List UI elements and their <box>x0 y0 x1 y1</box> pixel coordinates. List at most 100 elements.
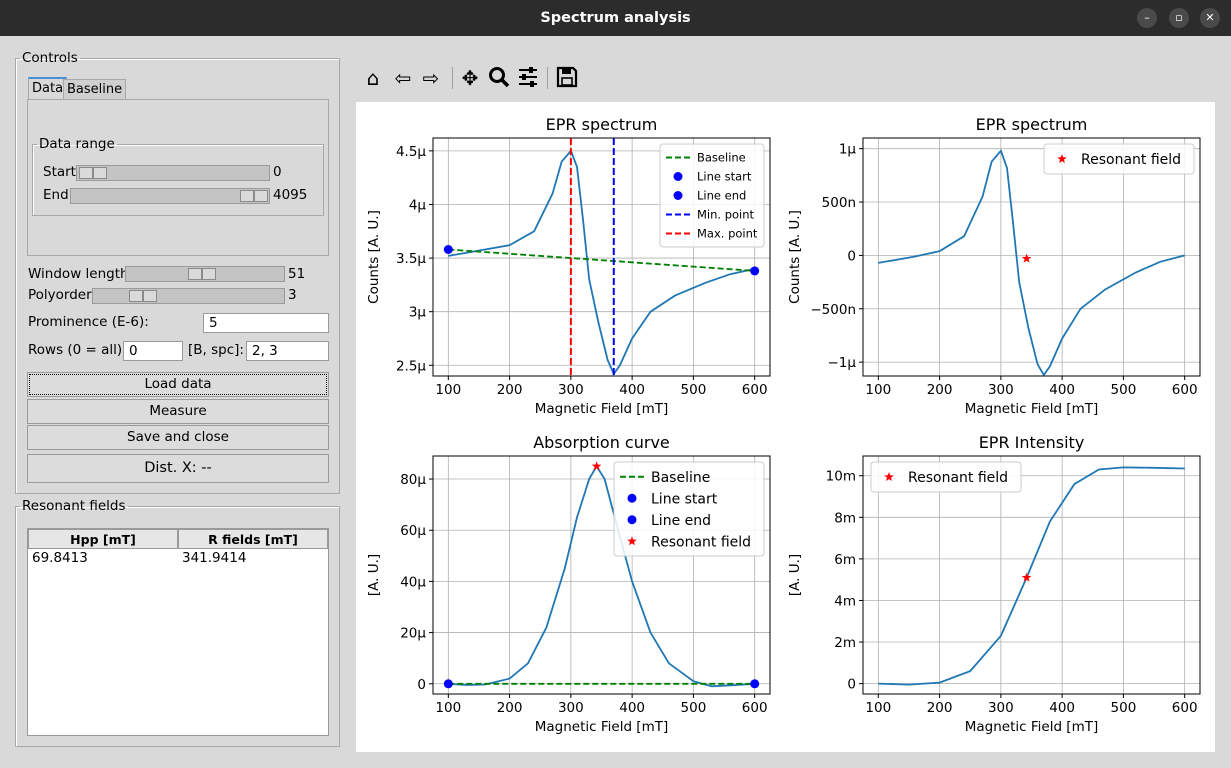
pan-icon[interactable]: ✥ <box>457 66 483 90</box>
x-tick-label: 600 <box>742 382 768 398</box>
save-icon[interactable] <box>554 66 580 90</box>
resonant-field-marker <box>1021 253 1032 263</box>
window-length-label: Window length <box>28 266 129 282</box>
resonant-fields-table[interactable]: Hpp [mT] R fields [mT] 69.8413 341.9414 <box>27 528 329 736</box>
y-tick-label: −500n <box>810 302 856 318</box>
data-line <box>878 466 1185 686</box>
legend-marker <box>627 493 637 503</box>
window-length-handle[interactable] <box>188 268 202 280</box>
x-tick-label: 400 <box>619 382 645 398</box>
start-slider-handle[interactable] <box>79 167 93 179</box>
legend-label: Resonant field <box>908 470 1008 486</box>
x-tick-label: 200 <box>927 700 953 716</box>
chart-1: 100 200 300 400 500 600 2.5μ 3μ 3.5μ 4μ 4.5μ EPR sp… <box>366 115 771 417</box>
y-tick-label: 4m <box>834 593 856 609</box>
y-tick-label: 6m <box>834 552 856 568</box>
end-value: 4095 <box>273 187 308 203</box>
y-tick-label: 80μ <box>400 472 426 488</box>
y-tick-label: 0 <box>847 677 856 693</box>
legend-label: Line end <box>697 189 746 203</box>
y-axis-label: Counts [A. U.] <box>366 210 382 304</box>
column-header-hpp[interactable]: Hpp [mT] <box>28 529 178 549</box>
y-tick-label: 10m <box>826 469 856 485</box>
start-value: 0 <box>273 164 282 180</box>
x-tick-label: 300 <box>558 700 584 716</box>
legend-label: Max. point <box>697 227 758 241</box>
prominence-label: Prominence (E-6): <box>28 314 149 330</box>
resonant-field-marker <box>1021 572 1032 582</box>
legend-label: Min. point <box>697 208 755 222</box>
baseline-line <box>448 248 755 272</box>
plot-canvas[interactable]: 100 200 300 400 500 600 2.5μ 3μ 3.5μ 4μ 4.5μ EPR sp… <box>356 102 1215 752</box>
close-button[interactable]: ✕ <box>1200 8 1220 28</box>
configure-icon[interactable] <box>515 66 541 90</box>
polyorder-label: Polyorder <box>28 287 92 303</box>
y-tick-label: 2m <box>834 635 856 651</box>
x-tick-label: 400 <box>1049 382 1075 398</box>
column-header-r-fields[interactable]: R fields [mT] <box>178 529 328 549</box>
minimize-button[interactable]: – <box>1137 8 1157 28</box>
end-slider[interactable] <box>70 188 270 204</box>
x-tick-label: 500 <box>1111 700 1137 716</box>
y-tick-label: 4μ <box>409 197 427 213</box>
zoom-icon[interactable] <box>486 66 512 90</box>
x-tick-label: 300 <box>988 700 1014 716</box>
line-end-marker <box>750 679 760 689</box>
save-and-close-button[interactable]: Save and close <box>27 425 329 450</box>
y-axis-label: Counts [A. U.] <box>787 210 803 304</box>
start-slider[interactable] <box>76 165 270 181</box>
load-data-button[interactable]: Load data <box>27 372 329 397</box>
resonant-fields-legend: Resonant fields <box>22 498 126 514</box>
legend-label: Baseline <box>697 151 746 165</box>
polyorder-handle-2[interactable] <box>143 290 157 302</box>
legend-label: Line start <box>651 491 718 507</box>
toolbar-separator-2 <box>547 67 548 89</box>
prominence-input[interactable]: 5 <box>203 313 329 333</box>
legend-label: Resonant field <box>1081 152 1181 168</box>
bspc-input[interactable]: 2, 3 <box>246 341 329 361</box>
legend-label: Baseline <box>651 470 710 486</box>
legend-label: Line end <box>651 513 711 529</box>
y-tick-label: −1μ <box>828 355 857 371</box>
chart-title: EPR Intensity <box>979 433 1085 452</box>
rows-input[interactable]: 0 <box>123 341 183 361</box>
data-line <box>878 149 1185 376</box>
home-icon[interactable]: ⌂ <box>360 66 386 90</box>
polyorder-value: 3 <box>288 287 297 303</box>
tab-baseline[interactable]: Baseline <box>63 79 127 99</box>
forward-arrow-icon[interactable]: ⇨ <box>418 66 444 90</box>
y-tick-label: 0 <box>417 677 426 693</box>
y-tick-label: 500n <box>822 195 856 211</box>
y-tick-label: 1μ <box>839 142 857 158</box>
x-tick-label: 300 <box>988 382 1014 398</box>
rows-label: Rows (0 = all): <box>28 342 127 358</box>
back-arrow-icon[interactable]: ⇦ <box>390 66 416 90</box>
start-slider-handle-2[interactable] <box>93 167 107 179</box>
polyorder-slider[interactable] <box>92 288 285 304</box>
table-cell-r-field[interactable]: 341.9414 <box>182 550 246 566</box>
maximize-button[interactable]: ▫ <box>1169 8 1189 28</box>
chart-3: 100 200 300 400 500 600 0 20μ 40μ 60μ 80μ Absorptio… <box>366 433 771 735</box>
measure-button[interactable]: Measure <box>27 399 329 424</box>
y-axis-label: [A. U.] <box>787 554 803 596</box>
x-tick-label: 600 <box>1172 700 1198 716</box>
x-tick-label: 400 <box>1049 700 1075 716</box>
dist-x-label: Dist. X: -- <box>27 454 329 483</box>
y-tick-label: 20μ <box>400 626 426 642</box>
polyorder-handle[interactable] <box>129 290 143 302</box>
tab-data[interactable]: Data <box>28 77 68 100</box>
table-cell-hpp[interactable]: 69.8413 <box>32 550 88 566</box>
window-length-handle-2[interactable] <box>202 268 216 280</box>
y-tick-label: 3.5μ <box>396 251 426 267</box>
end-slider-handle-2[interactable] <box>254 190 268 202</box>
window-length-slider[interactable] <box>125 266 285 282</box>
plot-area <box>878 466 1185 686</box>
window-titlebar: Spectrum analysis <box>0 0 1231 36</box>
end-label: End <box>43 187 69 203</box>
end-slider-handle[interactable] <box>240 190 254 202</box>
x-tick-label: 500 <box>681 382 707 398</box>
x-tick-label: 100 <box>435 382 461 398</box>
y-axis-label: [A. U.] <box>366 554 382 596</box>
x-tick-label: 200 <box>497 700 523 716</box>
x-tick-label: 200 <box>497 382 523 398</box>
